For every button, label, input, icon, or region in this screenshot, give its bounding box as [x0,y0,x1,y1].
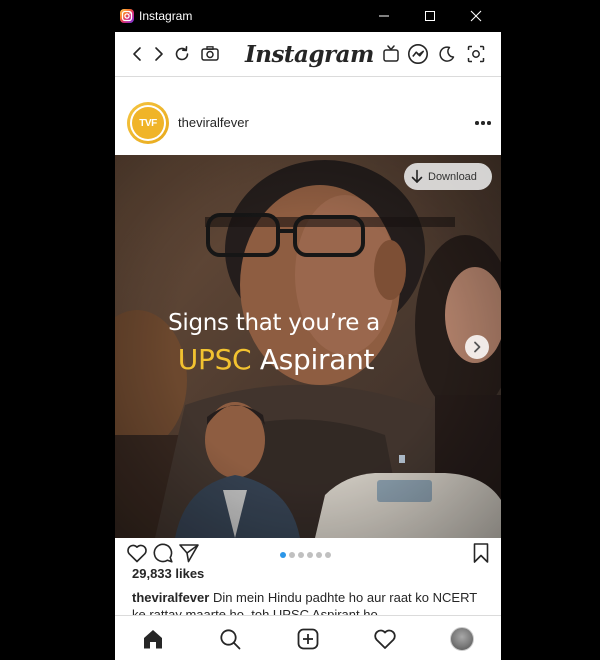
minimize-button[interactable] [361,0,407,32]
screenshot-icon[interactable] [465,43,487,65]
carousel-dot [316,552,322,558]
post-media[interactable]: Signs that you’re a UPSC Aspirant Downlo… [115,155,501,538]
post-username[interactable]: theviralfever [178,115,249,130]
close-button[interactable] [453,0,499,32]
camera-icon[interactable] [199,43,221,65]
back-icon[interactable] [126,43,148,65]
download-arrow-icon [411,169,423,184]
messenger-icon[interactable] [407,43,429,65]
overlay-highlight: UPSC [177,343,252,376]
new-post-icon[interactable] [295,626,321,652]
like-icon[interactable] [125,541,149,565]
post-caption: theviralfever Din mein Hindu padhte ho a… [132,589,484,615]
carousel-dot [298,552,304,558]
overlay-line-2: UPSC Aspirant [115,343,469,376]
dark-mode-icon[interactable] [436,43,458,65]
carousel-dot [289,552,295,558]
overlay-line-1: Signs that you’re a [168,310,380,336]
app-window: Instagram Instagram TVF theviralfever Si… [115,0,501,660]
avatar-logo-text: TVF [132,107,164,139]
bottom-navigation [115,615,501,660]
instagram-logo[interactable]: Instagram [245,38,374,72]
overlay-rest: Aspirant [251,343,375,376]
instagram-app-icon [120,9,134,23]
likes-count[interactable]: 29,833 likes [132,566,204,581]
igtv-icon[interactable] [380,43,402,65]
share-icon[interactable] [177,541,201,565]
save-icon[interactable] [469,541,493,565]
more-options-icon[interactable] [469,113,497,133]
title-bar: Instagram [115,0,501,32]
comment-icon[interactable] [151,541,175,565]
download-button[interactable]: Download [404,163,492,190]
caption-username[interactable]: theviralfever [132,590,209,605]
download-label: Download [428,170,477,183]
forward-icon[interactable] [148,43,170,65]
window-title: Instagram [139,9,193,23]
post-header: TVF theviralfever [115,77,501,155]
post-avatar[interactable]: TVF [127,102,169,144]
post-actions [115,538,501,568]
carousel-indicator [280,552,334,558]
search-icon[interactable] [217,626,243,652]
carousel-dot [307,552,313,558]
carousel-dot [325,552,331,558]
home-icon[interactable] [140,626,166,652]
refresh-icon[interactable] [171,43,193,65]
profile-avatar[interactable] [449,626,475,652]
maximize-button[interactable] [407,0,453,32]
next-slide-icon[interactable] [465,335,489,359]
carousel-dot [280,552,286,558]
top-navigation: Instagram [115,32,501,77]
activity-icon[interactable] [372,626,398,652]
